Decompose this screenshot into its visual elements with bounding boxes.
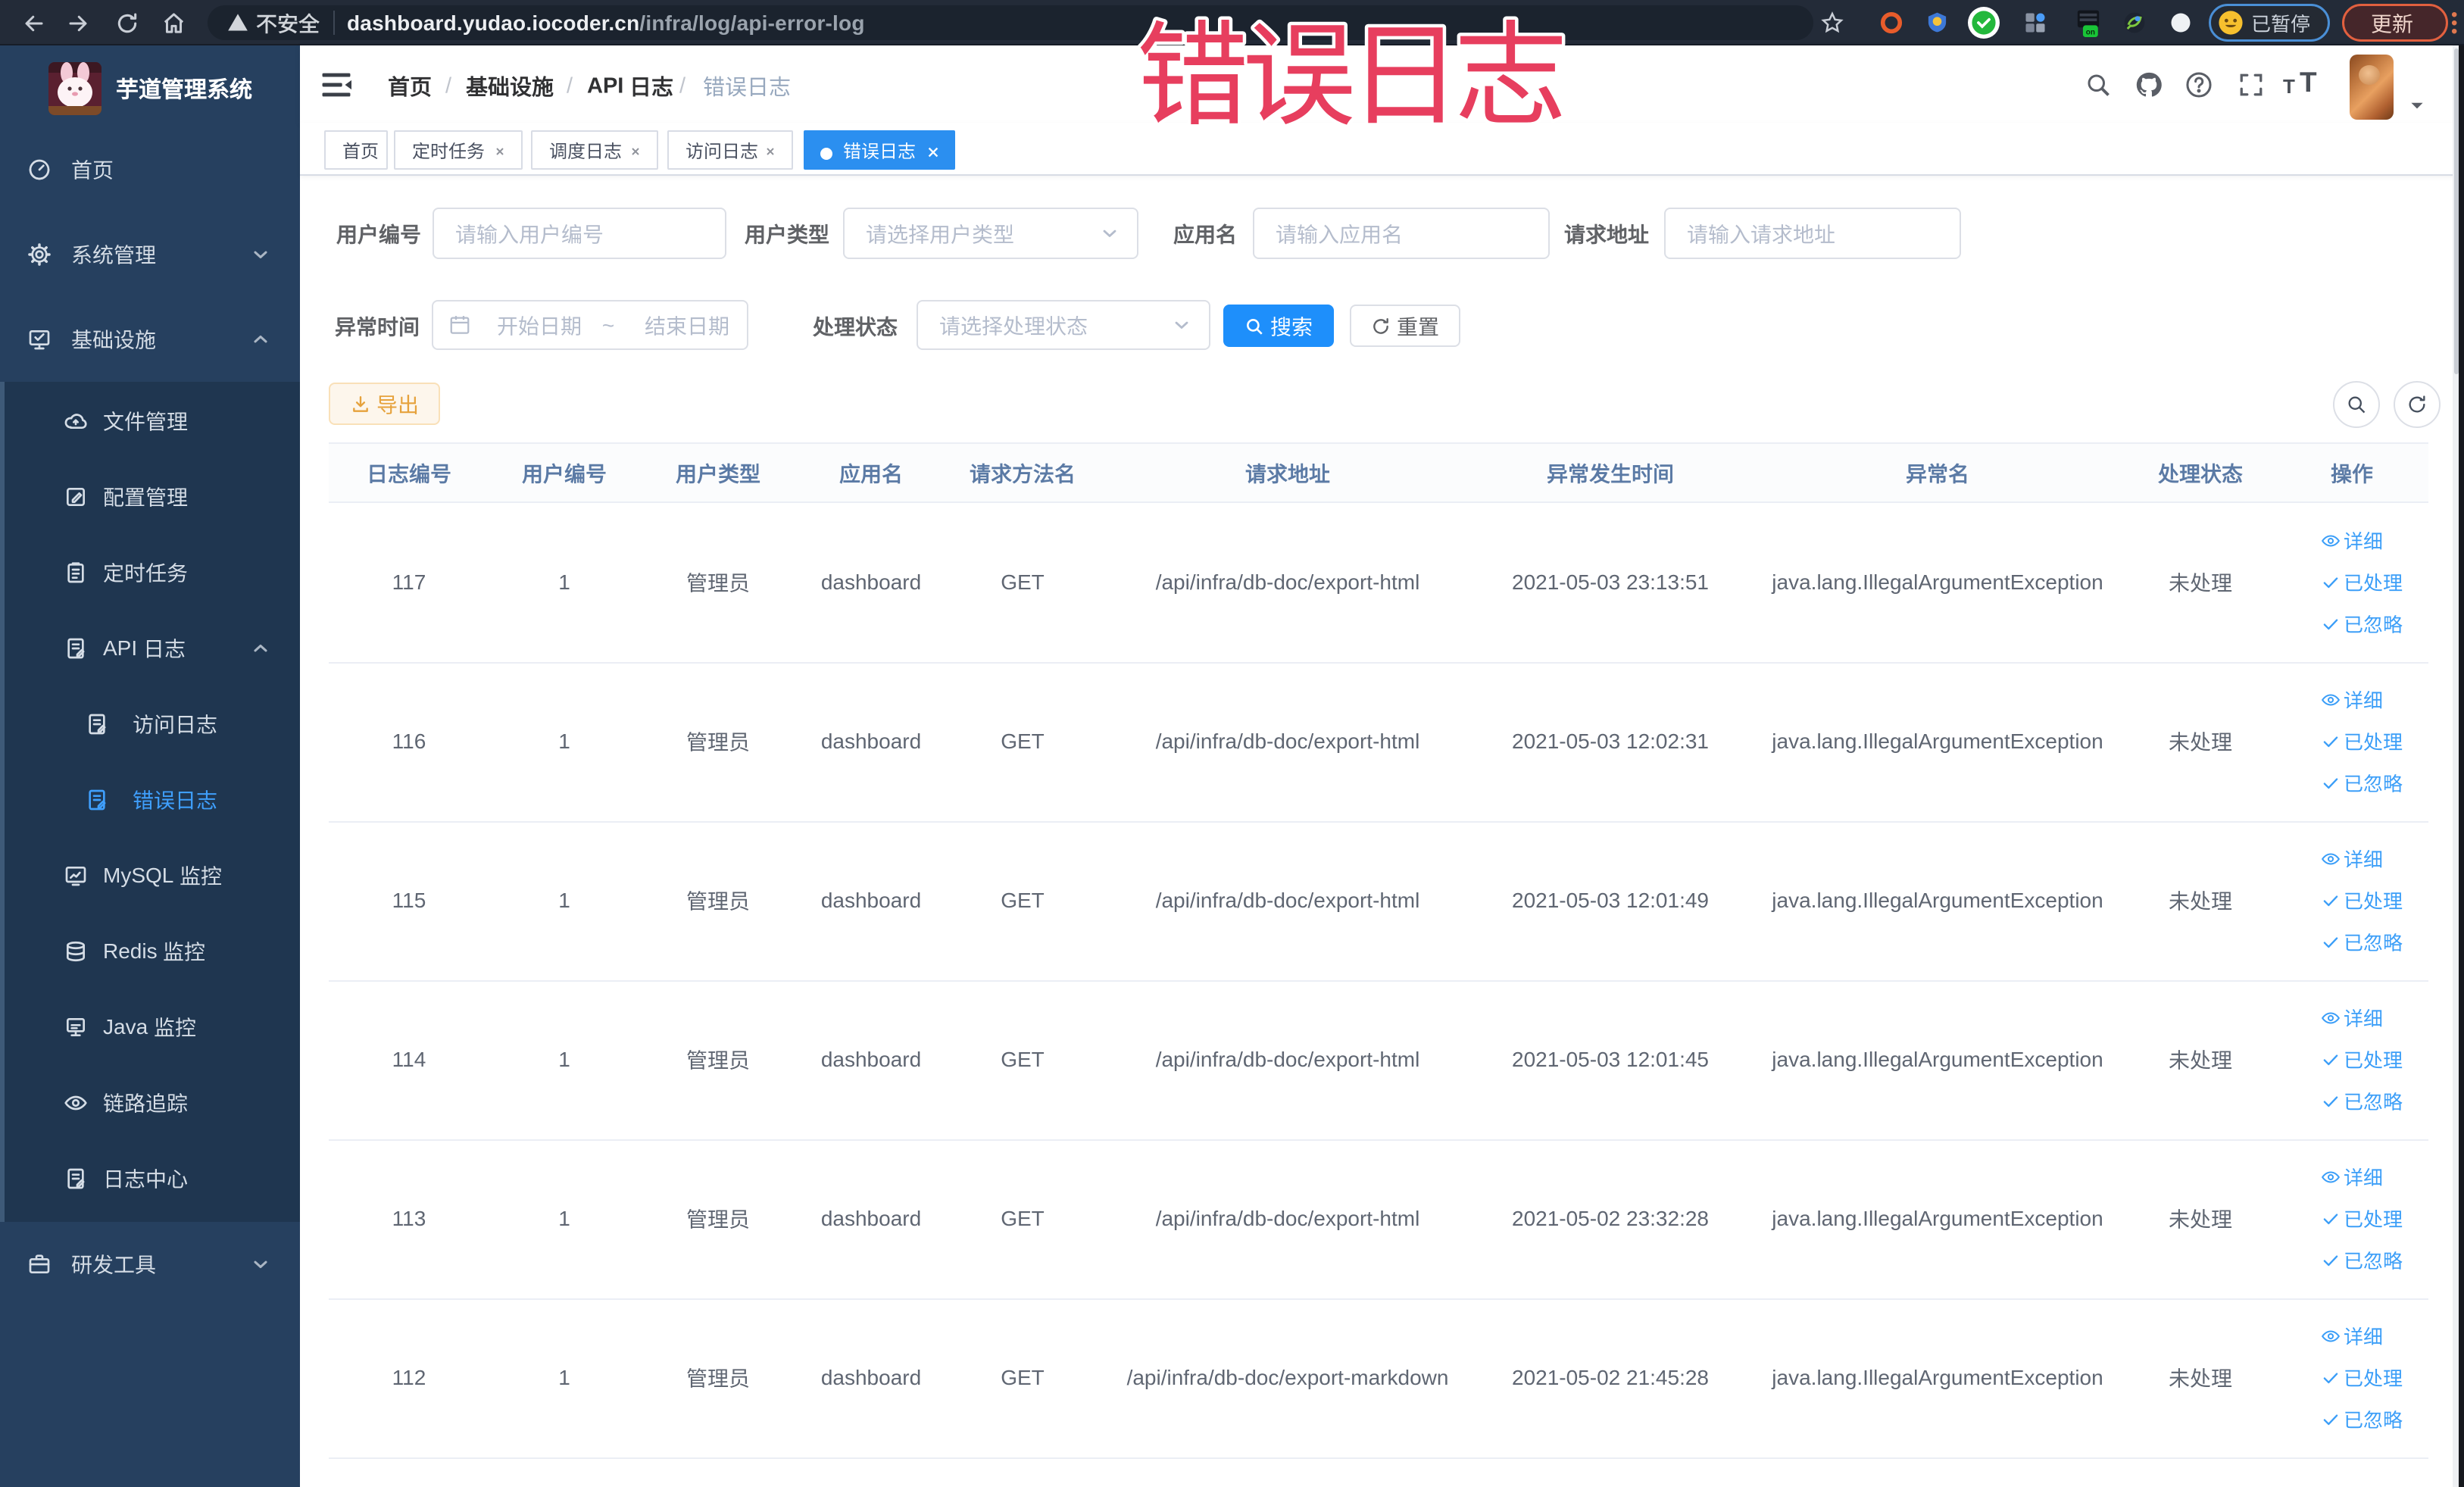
- svg-text:on: on: [2086, 28, 2095, 36]
